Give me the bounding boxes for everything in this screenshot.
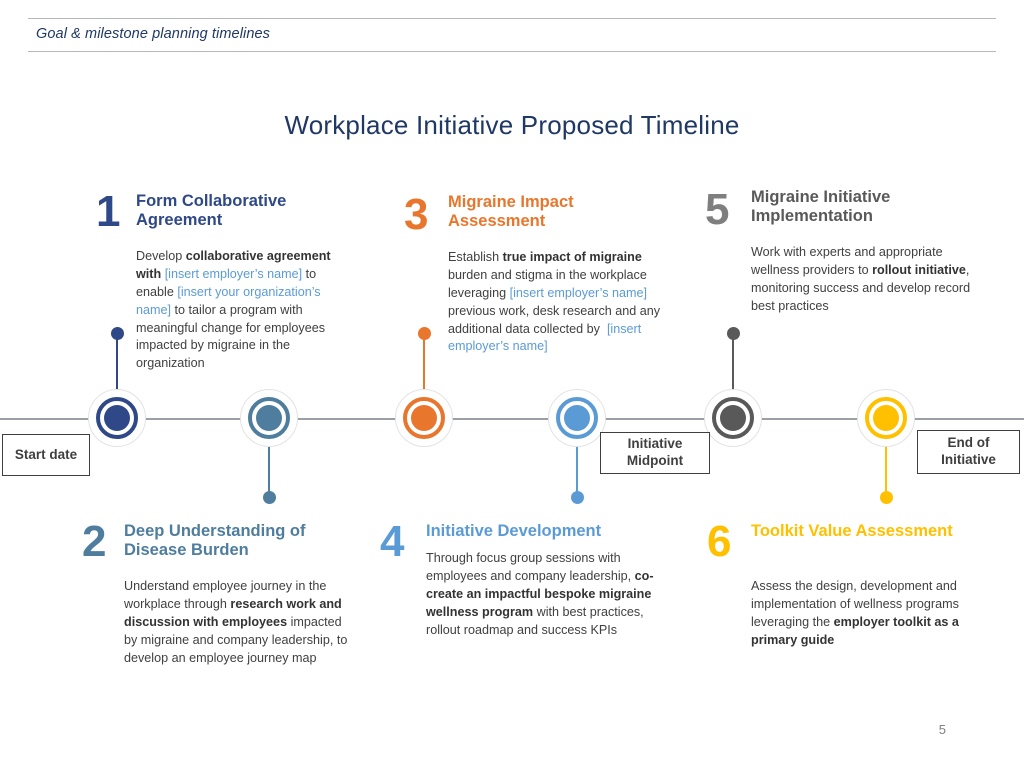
- milestone-marker-4[interactable]: [548, 389, 606, 447]
- callout-end-of-initiative: End of Initiative: [917, 430, 1020, 474]
- step-body: Assess the design, development and imple…: [751, 579, 959, 647]
- marker-core: [720, 405, 746, 431]
- connector-step-1: [110, 327, 124, 397]
- connector-dot: [879, 491, 893, 504]
- step-body: Through focus group sessions with employ…: [426, 551, 654, 637]
- page-title: Workplace Initiative Proposed Timeline: [284, 110, 740, 140]
- connector-stem: [575, 440, 579, 498]
- slide-header-band: Goal & milestone planning timelines: [28, 18, 996, 52]
- step-number: 1: [96, 187, 121, 236]
- connector-stem: [731, 333, 735, 397]
- slide-header-text: Goal & milestone planning timelines: [36, 26, 271, 42]
- callout-initiative-midpoint: Initiative Midpoint: [600, 432, 710, 474]
- marker-core: [411, 405, 437, 431]
- callout-start-date: Start date: [2, 434, 90, 476]
- step-body: Understand employee journey in the workp…: [124, 579, 348, 665]
- connector-step-3: [417, 327, 431, 397]
- step-number: 6: [707, 517, 732, 566]
- connector-dot: [110, 327, 124, 340]
- connector-stem: [267, 440, 271, 498]
- marker-core: [873, 405, 899, 431]
- milestone-marker-3[interactable]: [395, 389, 453, 447]
- step-body: Work with experts and appropriate wellne…: [751, 245, 971, 313]
- step-heading: Migraine Initiative Implementation: [751, 188, 891, 226]
- connector-dot: [570, 491, 584, 504]
- connector-dot: [726, 327, 740, 340]
- milestone-marker-6[interactable]: [857, 389, 915, 447]
- connector-stem: [115, 333, 119, 397]
- step-heading: Initiative Development: [426, 522, 602, 540]
- connector-dot: [417, 327, 431, 340]
- step-number: 4: [380, 517, 405, 566]
- connector-step-6: [879, 440, 893, 504]
- step-heading: Toolkit Value Assessment: [751, 522, 953, 540]
- milestone-marker-1[interactable]: [88, 389, 146, 447]
- step-heading: Migraine Impact Assessment: [448, 193, 574, 231]
- milestone-marker-2[interactable]: [240, 389, 298, 447]
- step-number: 3: [404, 190, 429, 239]
- step-body: Establish true impact of migraine burden…: [448, 250, 661, 354]
- step-heading: Form Collaborative Agreement: [136, 192, 287, 230]
- page-number: 5: [938, 722, 946, 737]
- connector-stem: [884, 440, 888, 498]
- step-number: 2: [82, 517, 107, 566]
- connector-dot: [262, 491, 276, 504]
- connector-stem: [422, 333, 426, 397]
- marker-core: [104, 405, 130, 431]
- step-body: Develop collaborative agreement with [in…: [136, 249, 331, 371]
- connector-step-4: [570, 440, 584, 504]
- connector-step-2: [262, 440, 276, 504]
- marker-core: [564, 405, 590, 431]
- step-number: 5: [705, 185, 730, 234]
- connector-step-5: [726, 327, 740, 397]
- step-heading: Deep Understanding of Disease Burden: [124, 522, 306, 560]
- milestone-marker-5[interactable]: [704, 389, 762, 447]
- marker-core: [256, 405, 282, 431]
